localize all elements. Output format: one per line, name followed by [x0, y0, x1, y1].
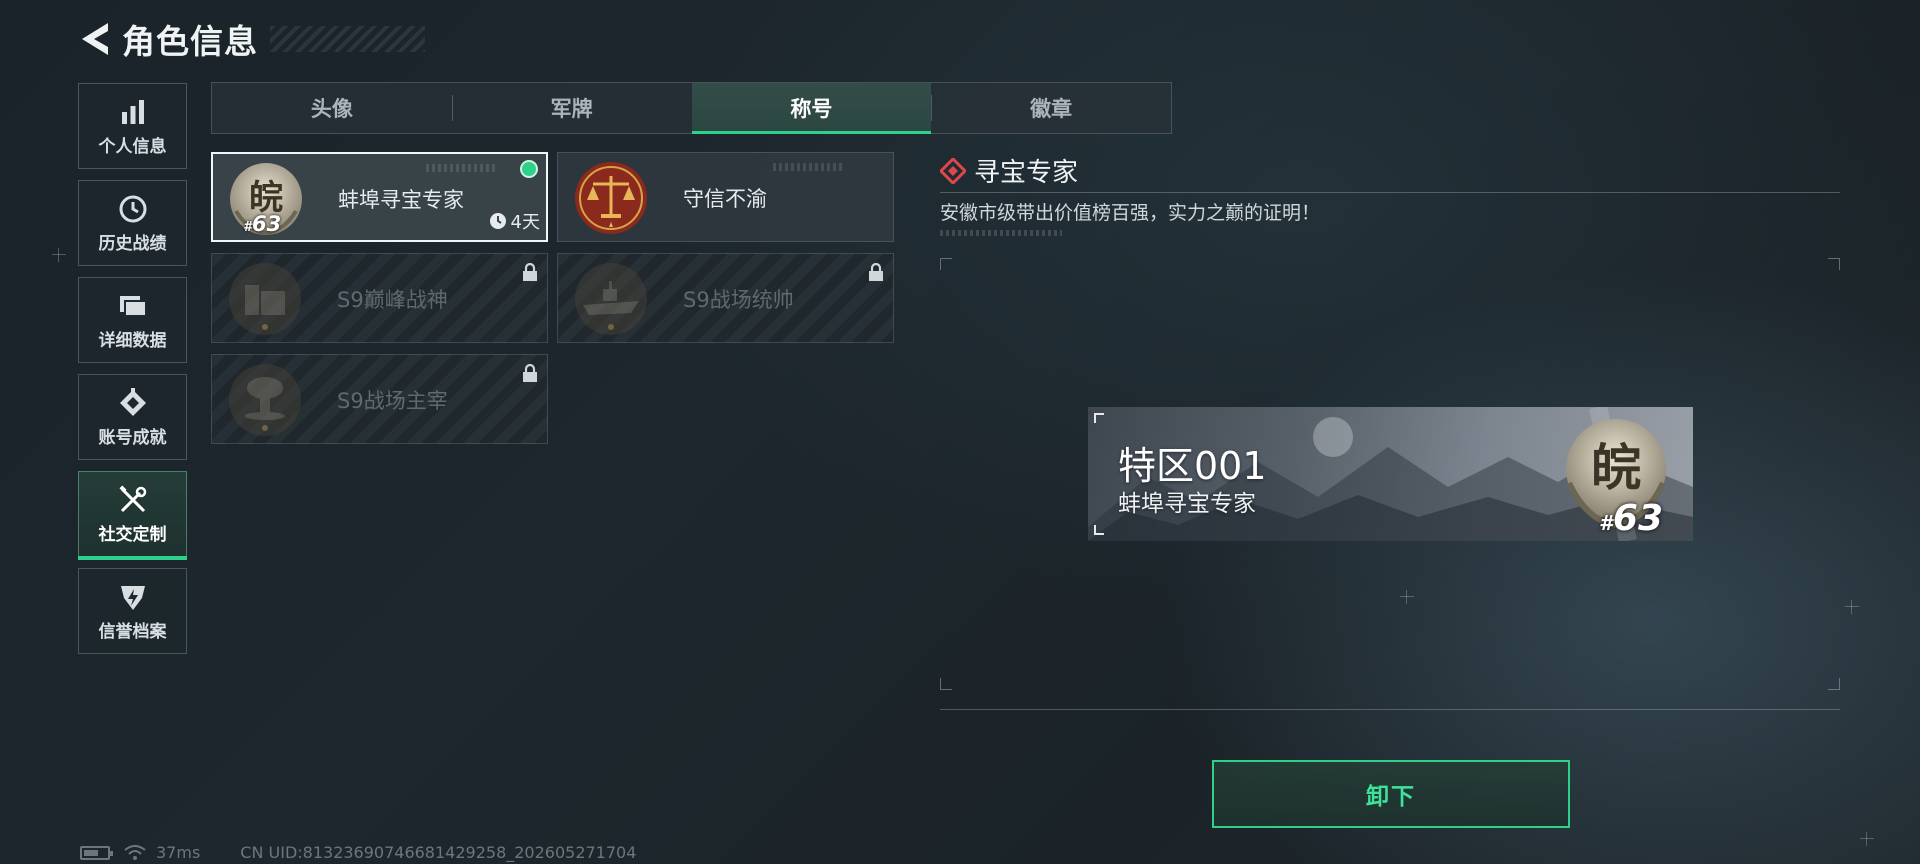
player-name: 特区001: [1118, 444, 1267, 488]
page-title: 角色信息: [122, 22, 258, 61]
header: 角色信息: [78, 18, 258, 61]
fortress-emblem-icon: [227, 261, 303, 337]
equipped-indicator-icon: [520, 160, 538, 178]
tab-avatar[interactable]: 头像: [212, 83, 452, 133]
detail-description: 安徽市级带出价值榜百强，实力之巅的证明！: [940, 202, 1321, 224]
sidebar-item-label: 社交定制: [98, 524, 167, 545]
back-arrow-icon[interactable]: [78, 19, 112, 59]
sidebar-item-personal-info[interactable]: 个人信息: [78, 83, 187, 169]
emblem-glyph: 皖: [1591, 438, 1641, 497]
sidebar-item-label: 信誉档案: [98, 621, 167, 642]
mushroom-cloud-emblem-icon: [227, 362, 303, 438]
clock-icon: [117, 193, 149, 225]
unequip-button-label: 卸下: [1366, 784, 1416, 810]
sidebar-item-label: 历史战绩: [98, 233, 167, 254]
divider: [940, 192, 1840, 193]
tools-icon: [117, 484, 149, 516]
sidebar-item-social-custom[interactable]: 社交定制: [78, 471, 187, 560]
title-name: 蚌埠寻宝专家: [338, 188, 464, 212]
title-card-s9-peak-warrior[interactable]: S9巅峰战神: [211, 253, 548, 343]
rank-number: #63: [243, 212, 282, 236]
title-name: S9巅峰战神: [337, 288, 448, 312]
wifi-icon: [124, 844, 146, 860]
decor-crosshair: [1845, 600, 1859, 614]
diamond-icon: [940, 157, 966, 184]
expiry-timer: 4天: [489, 208, 540, 234]
bar-chart-icon: [117, 96, 149, 128]
lock-icon: [869, 262, 883, 281]
clock-icon: [489, 213, 506, 229]
tab-badge[interactable]: 徽章: [931, 83, 1171, 133]
achievement-icon: [117, 387, 149, 419]
sidebar-item-label: 详细数据: [98, 330, 167, 351]
title-card-bengbu-treasure[interactable]: 皖 #63 蚌埠寻宝专家 4天: [211, 152, 548, 242]
lock-icon: [523, 262, 537, 281]
sidebar-item-achievements[interactable]: 账号成就: [78, 374, 187, 460]
sidebar-item-label: 个人信息: [98, 136, 167, 157]
tab-bar: 头像 军牌 称号 徽章: [211, 82, 1172, 134]
sidebar-item-history[interactable]: 历史战绩: [78, 180, 187, 266]
battleship-emblem-icon: [573, 261, 649, 337]
description-stripe-decor: [940, 230, 1062, 236]
tab-dogtag[interactable]: 军牌: [451, 83, 692, 133]
title-card-trustworthy[interactable]: 守信不渝: [557, 152, 894, 242]
status-bar: 37ms CN UID:81323690746681429258_2026052…: [80, 843, 636, 862]
nameplate-preview: 特区001 蚌埠寻宝专家 皖 #63: [1088, 407, 1693, 541]
sidebar-item-detailed-data[interactable]: 详细数据: [78, 277, 187, 363]
card-stripe-decor: [773, 163, 843, 171]
divider: [940, 709, 1840, 710]
unequip-button[interactable]: 卸下: [1212, 760, 1570, 828]
lock-icon: [523, 363, 537, 382]
decor-crosshair: [1860, 832, 1874, 846]
scales-of-justice-icon: [573, 160, 649, 236]
ping-value: 37ms: [156, 843, 201, 862]
title-name: 守信不渝: [683, 187, 767, 211]
title-card-s9-battlefield-marshal[interactable]: S9战场统帅: [557, 253, 894, 343]
sidebar: 个人信息 历史战绩 详细数据 账号成就 社交定制 信誉档案: [78, 83, 187, 665]
decor-crosshair: [52, 248, 66, 262]
user-uid: CN UID:81323690746681429258_202605271704: [240, 843, 637, 862]
detail-title: 寻宝专家: [974, 158, 1079, 188]
sidebar-item-label: 账号成就: [98, 427, 167, 448]
folder-icon: [117, 290, 149, 322]
nameplate-title: 蚌埠寻宝专家: [1118, 491, 1256, 517]
card-stripe-decor: [426, 164, 496, 172]
title-stripe-decor: [270, 26, 425, 52]
title-name: S9战场主宰: [337, 389, 448, 413]
title-name: S9战场统帅: [683, 288, 794, 312]
title-card-s9-battlefield-ruler[interactable]: S9战场主宰: [211, 354, 548, 444]
detail-header: 寻宝专家: [940, 152, 1078, 189]
battery-icon: [80, 845, 113, 860]
rank-number: #63: [1598, 498, 1663, 539]
tab-title[interactable]: 称号: [691, 83, 932, 134]
shield-bolt-icon: [117, 581, 149, 613]
sidebar-item-reputation[interactable]: 信誉档案: [78, 568, 187, 654]
